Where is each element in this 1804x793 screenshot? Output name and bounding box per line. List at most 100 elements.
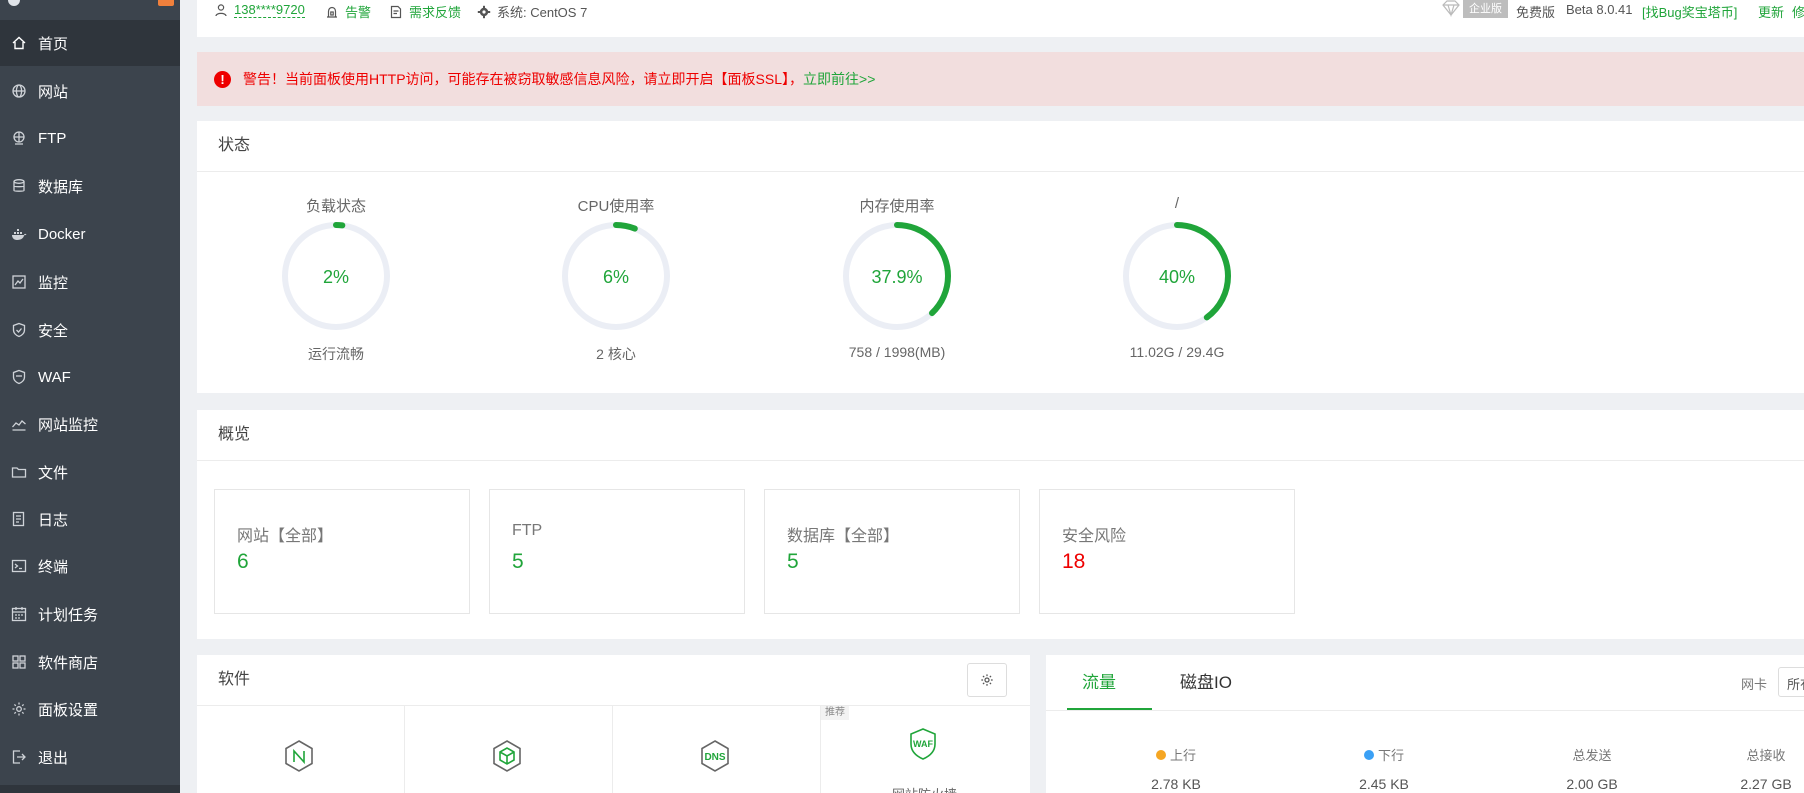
- package-icon: [493, 740, 521, 772]
- feedback-link[interactable]: 需求反馈: [389, 2, 461, 21]
- download-dot: [1363, 749, 1374, 760]
- edition-label: 免费版: [1516, 5, 1556, 20]
- warning-icon: !: [214, 70, 231, 88]
- waf-icon: WAF: [910, 728, 936, 760]
- card-value[interactable]: 5: [512, 550, 524, 574]
- stat-upload: 上行 2.78 KB: [1096, 745, 1256, 792]
- sidebar-item-label: 终端: [38, 558, 69, 576]
- notification-badge[interactable]: [158, 0, 174, 6]
- user-account[interactable]: 138****9720: [214, 2, 305, 18]
- gauge-name: 内存使用率: [859, 198, 935, 215]
- edition-free: 免费版: [1516, 2, 1555, 21]
- docker-icon: [10, 225, 28, 243]
- sidebar-item-docker[interactable]: Docker: [0, 211, 180, 257]
- stat-label: 总发送: [1572, 748, 1612, 763]
- sidebar-item-logs[interactable]: 日志: [0, 496, 180, 542]
- software-panel: 软件 DNS 推荐 WAF 网站防火墙: [197, 655, 1030, 793]
- gauge-sub: 运行流畅: [308, 346, 364, 362]
- software-item-dns[interactable]: DNS: [613, 706, 821, 793]
- chart-line-icon: [10, 415, 28, 433]
- overview-card-security-risk[interactable]: 安全风险 18: [1039, 489, 1295, 614]
- gear-icon: [981, 674, 993, 686]
- nic-select[interactable]: 所有: [1778, 667, 1804, 697]
- divider: [1046, 710, 1804, 711]
- waf-caption: 网站防火墙: [821, 784, 1028, 793]
- alarm-link[interactable]: 告警: [325, 2, 371, 21]
- stat-label: 上行: [1096, 745, 1256, 764]
- sidebar-item-cron[interactable]: 计划任务: [0, 591, 180, 637]
- divider: [197, 460, 1804, 461]
- sidebar-item-label: Docker: [38, 225, 86, 243]
- monitor-icon: [10, 273, 28, 291]
- stat-value: 2.00 GB: [1566, 776, 1618, 792]
- nginx-icon: [285, 740, 313, 772]
- sidebar-item-security[interactable]: 安全: [0, 307, 180, 353]
- svg-text:DNS: DNS: [704, 752, 725, 763]
- dns-icon: DNS: [701, 740, 729, 772]
- sidebar-top: [0, 0, 180, 10]
- http-warning-alert: ! 警告！当前面板使用HTTP访问，可能存在被窃取敏感信息风险，请立即开启【面板…: [197, 52, 1804, 106]
- overview-card-databases[interactable]: 数据库【全部】 5: [764, 489, 1020, 614]
- card-value[interactable]: 18: [1062, 550, 1085, 574]
- overview-card-ftp[interactable]: FTP 5: [489, 489, 745, 614]
- stat-value: 2.45 KB: [1359, 776, 1409, 792]
- sidebar-item-site-monitor[interactable]: 网站监控: [0, 401, 180, 447]
- sidebar-item-ftp[interactable]: FTP: [0, 115, 180, 161]
- feedback-label: 需求反馈: [409, 5, 462, 20]
- sidebar-item-app-store[interactable]: 软件商店: [0, 639, 180, 685]
- sidebar-item-home[interactable]: 首页: [0, 20, 180, 66]
- alert-go-link[interactable]: 立即前往>>: [803, 69, 875, 89]
- status-panel: 状态 负载状态 2% 运行流畅 CPU使用率 6% 2 核心 内存使用率 37.…: [197, 121, 1804, 393]
- card-value[interactable]: 6: [237, 550, 249, 574]
- sidebar-item-waf[interactable]: WAF: [0, 354, 180, 400]
- gauge-sub: 11.02G / 29.4G: [1129, 344, 1225, 360]
- gauge-name: CPU使用率: [577, 198, 655, 215]
- sidebar-item-logout[interactable]: 退出: [0, 734, 180, 780]
- nic-select-value: 所有: [1787, 677, 1804, 692]
- overview-card-websites[interactable]: 网站【全部】 6: [214, 489, 470, 614]
- sidebar-item-database[interactable]: 数据库: [0, 163, 180, 209]
- stat-label: 总接收: [1746, 748, 1786, 763]
- system-info: 系统: CentOS 7: [477, 2, 587, 21]
- sidebar-item-terminal[interactable]: 终端: [0, 543, 180, 589]
- folder-icon: [10, 463, 28, 481]
- software-settings-button[interactable]: [967, 663, 1007, 697]
- update-link[interactable]: 更新: [1758, 2, 1784, 21]
- top-header: 138****9720 告警 需求反馈 系统: CentOS 7 企业版 免费版…: [197, 0, 1804, 37]
- stat-label-text: 上行: [1169, 748, 1196, 763]
- sidebar-item-files[interactable]: 文件: [0, 449, 180, 495]
- log-icon: [10, 510, 28, 528]
- sidebar-item-label: WAF: [38, 368, 71, 386]
- software-item-waf[interactable]: 推荐 WAF 网站防火墙: [821, 706, 1028, 793]
- software-item-package[interactable]: [405, 706, 613, 793]
- gauge-name: /: [1174, 195, 1180, 212]
- alarm-icon: [327, 6, 337, 18]
- bug-bounty-label: [找Bug奖宝塔币]: [1642, 5, 1738, 20]
- nic-label: 网卡: [1741, 677, 1768, 692]
- sidebar-item-website[interactable]: 网站: [0, 68, 180, 114]
- repair-link[interactable]: 修: [1792, 2, 1804, 21]
- sidebar-item-label: 计划任务: [38, 606, 99, 624]
- gauge-name: 负载状态: [305, 198, 366, 215]
- enterprise-badge[interactable]: 企业版: [1439, 0, 1508, 18]
- overview-title: 概览: [218, 426, 251, 443]
- sidebar-item-label: FTP: [38, 129, 67, 147]
- sidebar-item-label: 网站监控: [38, 416, 99, 434]
- card-value[interactable]: 5: [787, 550, 799, 574]
- tab-traffic[interactable]: 流量: [1082, 655, 1116, 710]
- enterprise-label: 企业版: [1463, 0, 1508, 18]
- sidebar-item-label: 首页: [38, 35, 69, 53]
- bug-bounty-link[interactable]: [找Bug奖宝塔币]: [1642, 2, 1737, 21]
- sidebar-item-settings[interactable]: 面板设置: [0, 686, 180, 732]
- user-phone[interactable]: 138****9720: [234, 2, 305, 18]
- sidebar-item-label: 文件: [38, 464, 69, 482]
- software-item-nginx[interactable]: [197, 706, 405, 793]
- logout-icon: [10, 748, 28, 766]
- logo-icon: [8, 0, 20, 6]
- sidebar-item-monitor[interactable]: 监控: [0, 259, 180, 305]
- tab-disk-io[interactable]: 磁盘IO: [1180, 655, 1232, 710]
- svg-text:WAF: WAF: [913, 739, 933, 749]
- home-icon: [10, 34, 28, 52]
- waf-shield-icon: [10, 368, 28, 386]
- feedback-icon: [390, 5, 402, 18]
